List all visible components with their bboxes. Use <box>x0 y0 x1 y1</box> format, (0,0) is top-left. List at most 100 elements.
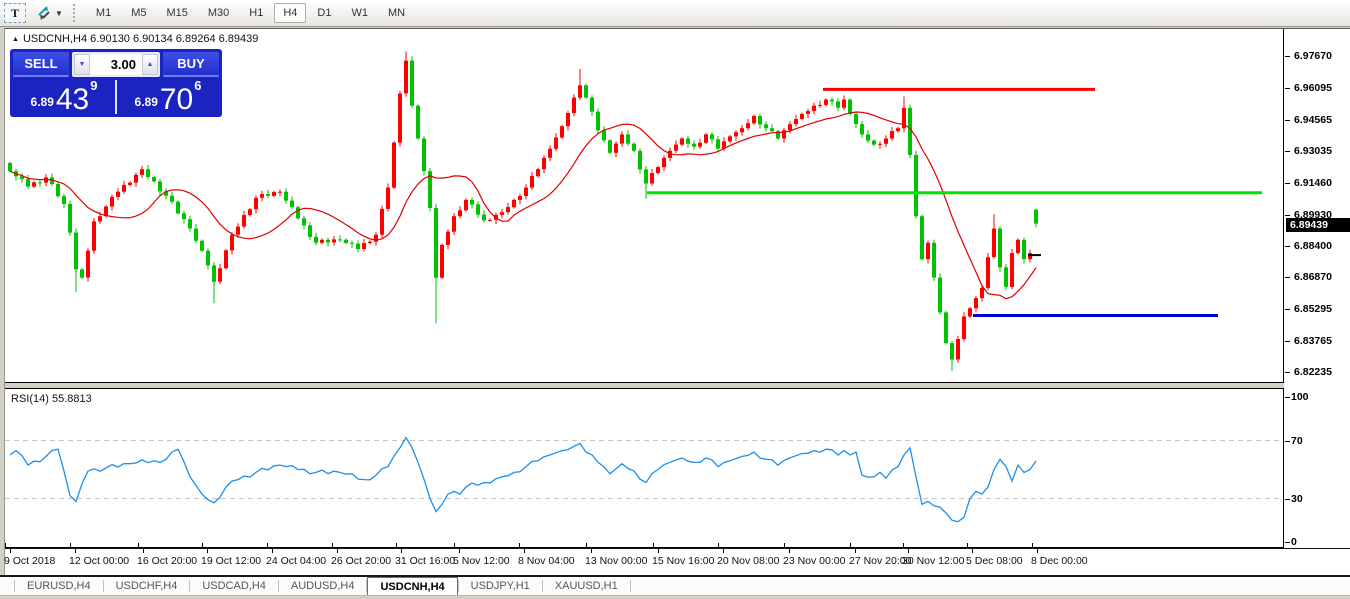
price-tick <box>1285 372 1290 373</box>
price-axis[interactable]: 6.89439 6.976706.960956.945656.930356.91… <box>1285 29 1350 548</box>
timeframe-button-m30[interactable]: M30 <box>199 3 238 23</box>
rsi-indicator-pane[interactable]: RSI(14) 55.8813 <box>5 388 1284 548</box>
chart-title-text: USDCNH,H4 6.90130 6.90134 6.89264 6.8943… <box>23 33 258 45</box>
rsi-time-tick <box>967 543 968 547</box>
time-axis-label: 13 Nov 00:00 <box>585 555 647 567</box>
timeframe-bar: M1M5M15M30H1H4D1W1MN <box>86 3 415 23</box>
rsi-time-tick <box>718 543 719 547</box>
time-axis-label: 9 Oct 2018 <box>4 555 55 567</box>
time-axis-label: 23 Nov 00:00 <box>783 555 845 567</box>
time-axis-label: 5 Dec 08:00 <box>966 555 1023 567</box>
rsi-time-tick <box>454 543 455 547</box>
time-tick <box>855 549 856 553</box>
price-axis-label: 6.97670 <box>1294 50 1332 62</box>
time-axis-label: 5 Nov 12:00 <box>453 555 510 567</box>
rsi-time-tick <box>5 543 6 547</box>
timeframe-button-w1[interactable]: W1 <box>342 3 377 23</box>
rsi-tick <box>1285 542 1290 543</box>
price-axis-label: 6.94565 <box>1294 114 1332 126</box>
rsi-axis-label: 30 <box>1291 493 1303 505</box>
rsi-canvas[interactable] <box>5 389 1283 547</box>
rsi-time-tick <box>586 543 587 547</box>
tab-usdchf-h4[interactable]: USDCHF,H4 <box>104 577 190 595</box>
rsi-axis-label: 70 <box>1291 435 1303 447</box>
time-tick <box>75 549 76 553</box>
timeframe-button-m1[interactable]: M1 <box>87 3 120 23</box>
rsi-time-tick <box>784 543 785 547</box>
time-axis-label: 8 Nov 04:00 <box>518 555 575 567</box>
one-click-trade-panel: SELL ▼ 3.00 ▲ BUY 6.89 43 9 6.89 70 6 <box>10 49 222 117</box>
sell-price-small: 6.89 <box>31 95 54 109</box>
volume-increase-button[interactable]: ▲ <box>142 54 158 75</box>
volume-value[interactable]: 3.00 <box>90 54 142 75</box>
rsi-time-tick <box>70 543 71 547</box>
price-tick <box>1285 120 1290 121</box>
main-chart-pane[interactable]: ▲ USDCNH,H4 6.90130 6.90134 6.89264 6.89… <box>5 29 1284 383</box>
rsi-label: RSI(14) 55.8813 <box>11 393 92 405</box>
text-tool-button[interactable]: T <box>4 3 26 23</box>
time-tick <box>591 549 592 553</box>
time-tick <box>143 549 144 553</box>
time-tick <box>908 549 909 553</box>
tab-audusd-h4[interactable]: AUDUSD,H4 <box>279 577 367 595</box>
timeframe-button-h1[interactable]: H1 <box>240 3 272 23</box>
time-tick <box>658 549 659 553</box>
arrows-tool-button[interactable]: ▼ <box>36 3 63 23</box>
time-tick <box>524 549 525 553</box>
price-tick <box>1285 183 1290 184</box>
chart-title: ▲ USDCNH,H4 6.90130 6.90134 6.89264 6.89… <box>12 33 258 45</box>
rsi-time-tick <box>653 543 654 547</box>
price-tick <box>1285 215 1290 216</box>
timeframe-button-h4[interactable]: H4 <box>274 3 306 23</box>
price-axis-label: 6.82235 <box>1294 366 1332 378</box>
price-tick <box>1285 277 1290 278</box>
chart-window: ▲ USDCNH,H4 6.90130 6.90134 6.89264 6.89… <box>4 28 1350 575</box>
rsi-time-tick <box>332 543 333 547</box>
tab-usdcad-h4[interactable]: USDCAD,H4 <box>190 577 278 595</box>
rsi-tick <box>1285 441 1290 442</box>
time-axis[interactable]: 9 Oct 201812 Oct 00:0016 Oct 20:0019 Oct… <box>5 548 1350 577</box>
timeframe-button-m5[interactable]: M5 <box>122 3 155 23</box>
tab-usdcnh-h4[interactable]: USDCNH,H4 <box>367 577 457 595</box>
tab-eurusd-h4[interactable]: EURUSD,H4 <box>15 577 103 595</box>
price-tick <box>1285 341 1290 342</box>
sell-price-sup: 9 <box>90 78 97 93</box>
price-axis-label: 6.93035 <box>1294 145 1332 157</box>
price-tick <box>1285 151 1290 152</box>
price-axis-label: 6.86870 <box>1294 271 1332 283</box>
volume-decrease-button[interactable]: ▼ <box>74 54 90 75</box>
timeframe-button-mn[interactable]: MN <box>379 3 414 23</box>
rsi-time-tick <box>267 543 268 547</box>
time-axis-label: 19 Oct 12:00 <box>201 555 261 567</box>
sell-price-big: 43 <box>56 86 89 113</box>
tab-separator <box>630 580 631 592</box>
tab-usdjpy-h1[interactable]: USDJPY,H1 <box>459 577 542 595</box>
time-axis-label: 24 Oct 04:00 <box>266 555 326 567</box>
buy-price-sup: 6 <box>194 78 201 93</box>
buy-price-big: 70 <box>160 86 193 113</box>
sell-button[interactable]: SELL <box>13 52 69 77</box>
time-tick <box>272 549 273 553</box>
buy-price[interactable]: 6.89 70 6 <box>117 80 219 114</box>
price-axis-label: 6.91460 <box>1294 177 1332 189</box>
price-axis-label: 6.88400 <box>1294 240 1332 252</box>
time-tick <box>972 549 973 553</box>
time-tick <box>723 549 724 553</box>
chevron-down-icon: ▼ <box>55 9 63 18</box>
price-tick <box>1285 88 1290 89</box>
sell-price[interactable]: 6.89 43 9 <box>13 80 117 114</box>
time-tick <box>207 549 208 553</box>
rsi-time-tick <box>202 543 203 547</box>
buy-button[interactable]: BUY <box>163 52 219 77</box>
tab-xauusd-h1[interactable]: XAUUSD,H1 <box>543 577 630 595</box>
symbol-tab-strip: EURUSD,H4USDCHF,H4USDCAD,H4AUDUSD,H4USDC… <box>0 575 1350 596</box>
time-axis-label: 16 Oct 20:00 <box>137 555 197 567</box>
buy-price-small: 6.89 <box>135 95 158 109</box>
timeframe-button-d1[interactable]: D1 <box>308 3 340 23</box>
time-tick <box>1037 549 1038 553</box>
timeframe-button-m15[interactable]: M15 <box>157 3 196 23</box>
rsi-time-tick <box>1032 543 1033 547</box>
time-tick <box>337 549 338 553</box>
time-tick <box>459 549 460 553</box>
toolbar-grip <box>73 4 80 22</box>
